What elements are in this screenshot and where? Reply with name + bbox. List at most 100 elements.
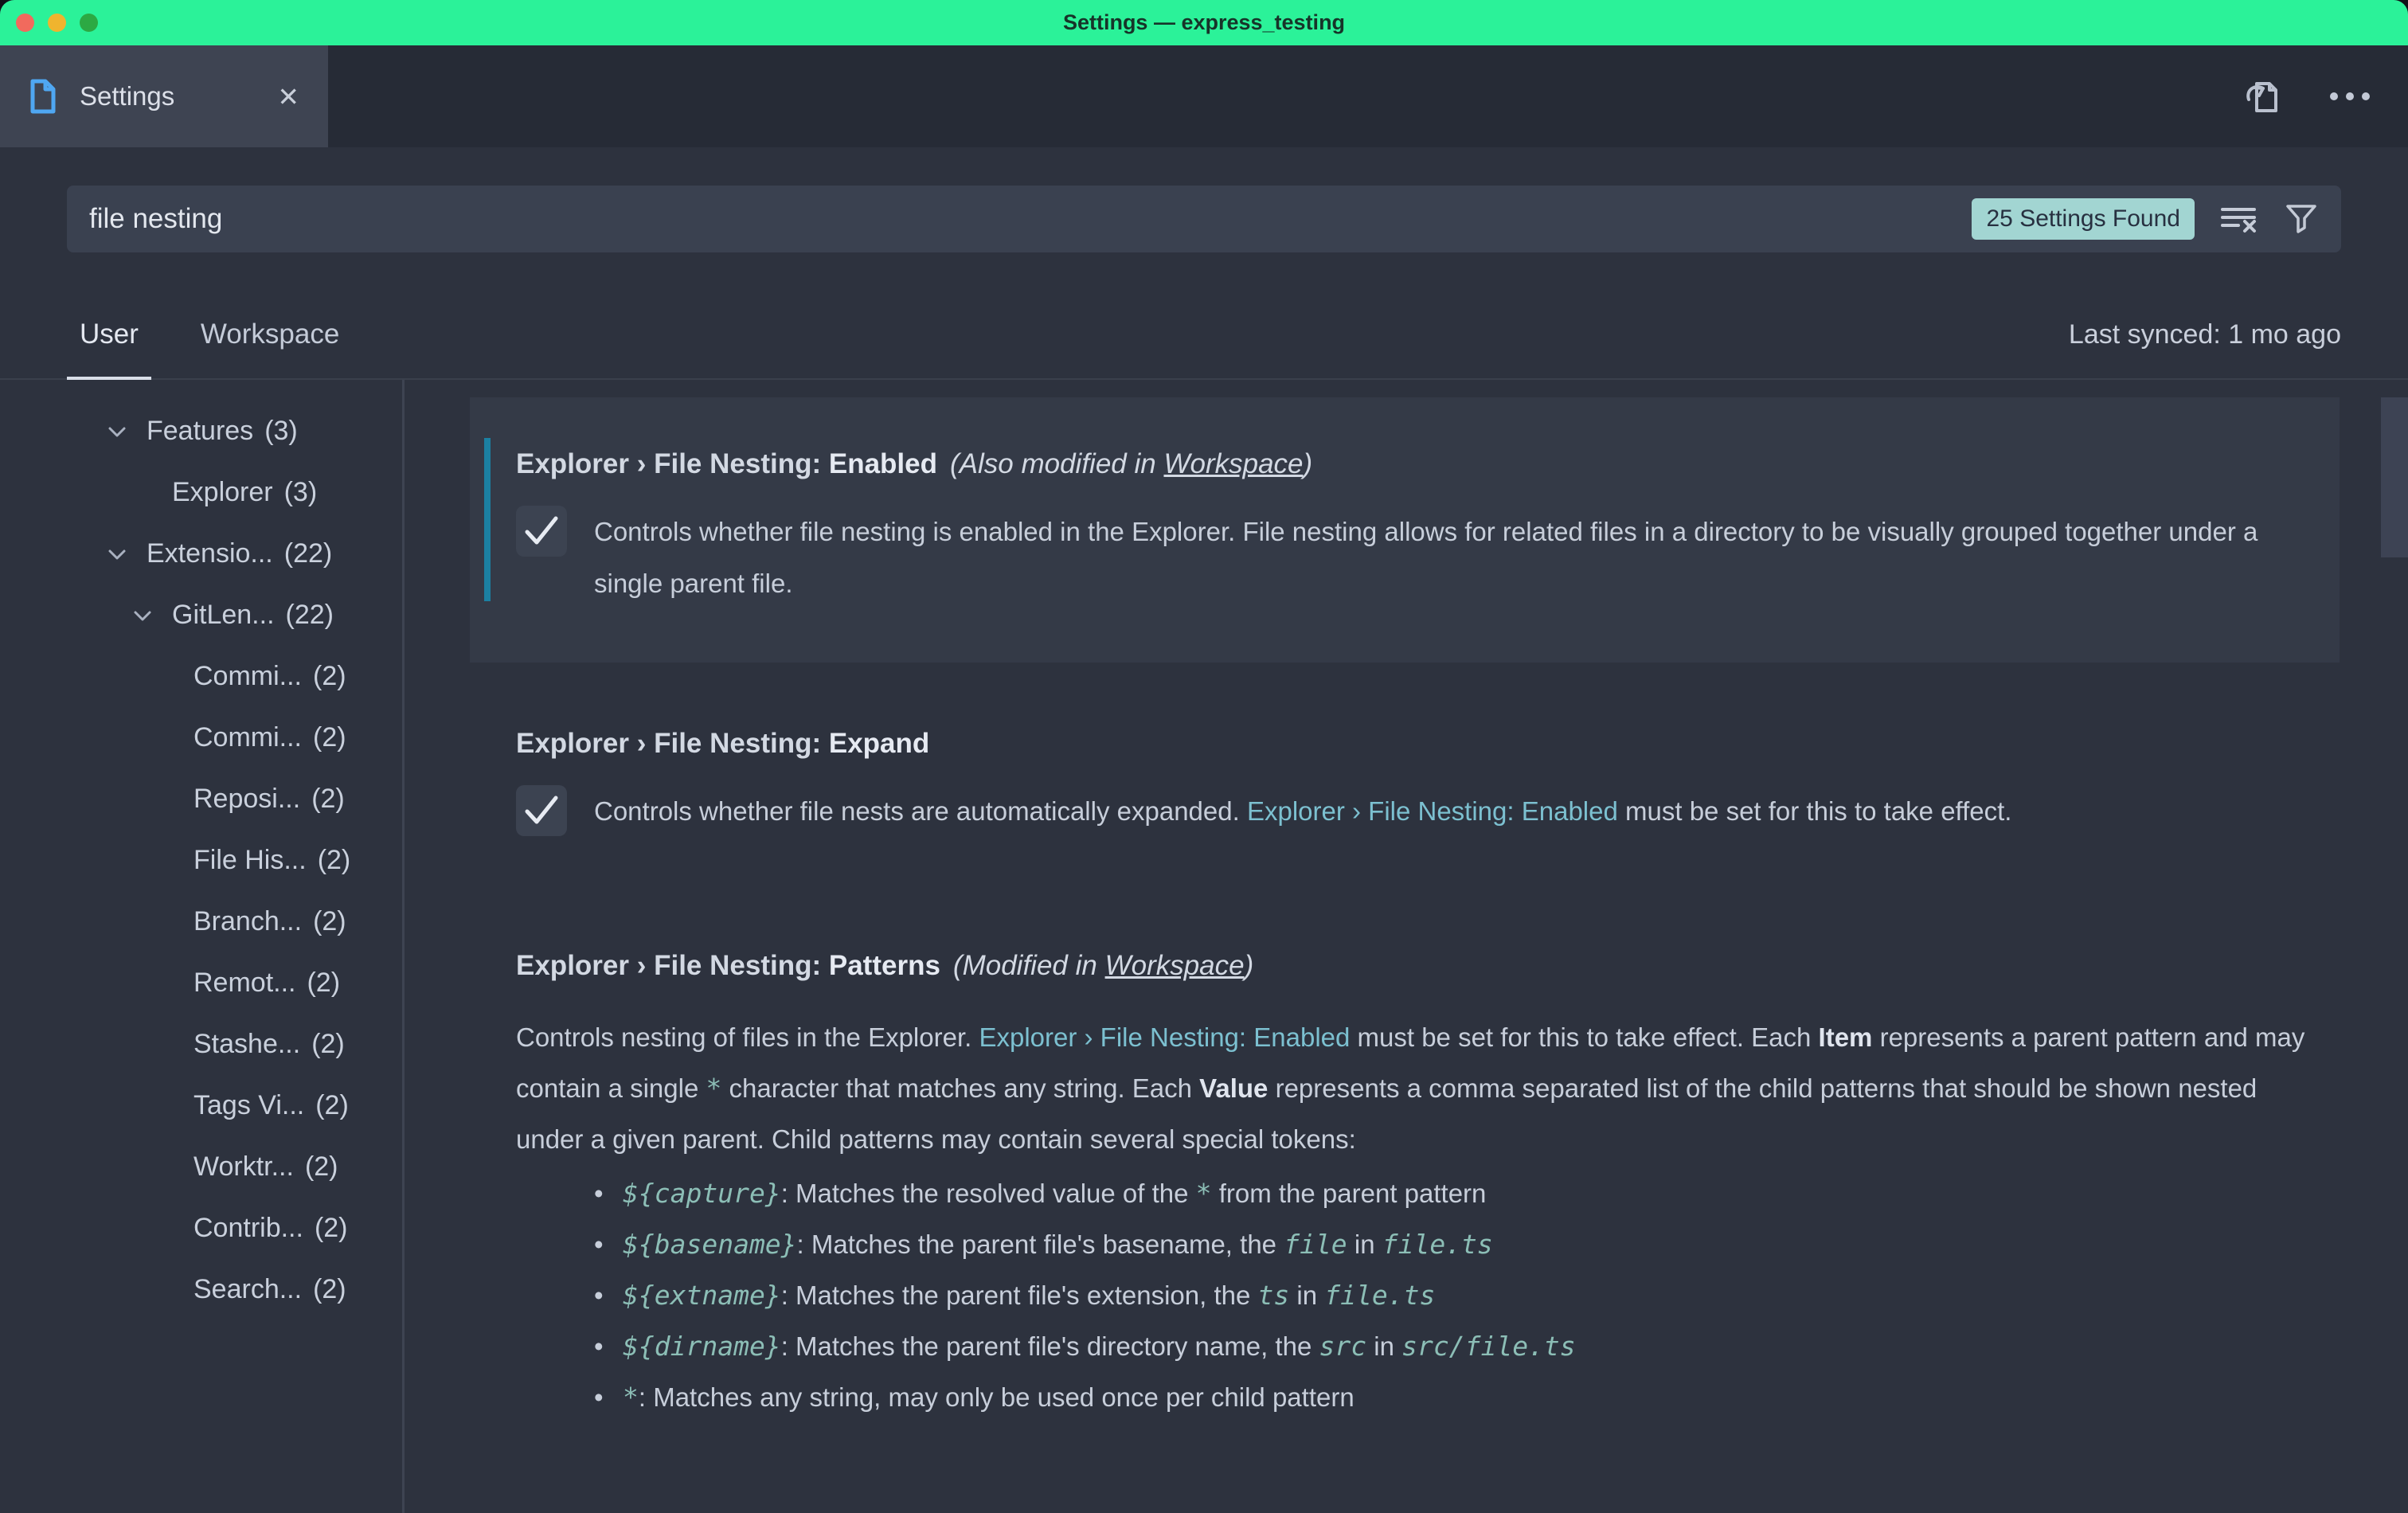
toc-item-label: File His... — [194, 845, 307, 876]
toc-item-count: (2) — [311, 1029, 345, 1060]
text-segment: : Matches the resolved value of the — [781, 1179, 1196, 1208]
open-settings-json-icon[interactable] — [2242, 74, 2287, 119]
minimize-window-button[interactable] — [48, 14, 66, 32]
text-segment: in — [1289, 1280, 1324, 1310]
results-count-badge: 25 Settings Found — [1972, 198, 2195, 240]
text-segment: from the parent pattern — [1212, 1179, 1487, 1208]
toc-item[interactable]: Extensio... (22) — [0, 523, 402, 584]
code-token: ${capture} — [623, 1178, 781, 1209]
toc-item[interactable]: Stashe... (2) — [0, 1014, 402, 1075]
code-token: file.ts — [1324, 1280, 1435, 1311]
toc-item-label: Branch... — [194, 906, 302, 937]
pattern-token-bullet: *: Matches any string, may only be used … — [594, 1372, 2308, 1423]
last-synced-label: Last synced: 1 mo ago — [2069, 319, 2341, 350]
pattern-token-bullet: ${extname}: Matches the parent file's ex… — [594, 1270, 2308, 1321]
close-tab-icon[interactable]: ✕ — [277, 81, 299, 112]
toc-item-count: (2) — [315, 1213, 348, 1244]
toc-item[interactable]: Search... (2) — [0, 1259, 402, 1320]
text-segment: : Matches the parent file's basename, th… — [797, 1230, 1284, 1259]
code-token: ts — [1258, 1280, 1290, 1311]
toc-item-count: (2) — [313, 1274, 346, 1305]
toc-item-count: (2) — [315, 1090, 349, 1121]
window-title: Settings — express_testing — [1063, 10, 1345, 35]
workspace-link[interactable]: Workspace — [1163, 448, 1303, 479]
code-token: src — [1319, 1331, 1366, 1362]
text-segment: : Matches the parent file's directory na… — [781, 1331, 1319, 1361]
code-token: src/file.ts — [1401, 1331, 1576, 1362]
toc-item[interactable]: Features (3) — [0, 401, 402, 462]
filter-icon[interactable] — [2284, 201, 2319, 237]
toc-item[interactable]: File His... (2) — [0, 830, 402, 891]
pattern-token-bullet: ${basename}: Matches the parent file's b… — [594, 1219, 2308, 1270]
more-actions-icon[interactable] — [2328, 92, 2371, 101]
tab-strip: Settings ✕ — [0, 45, 2408, 147]
text-segment: Controls whether file nests are automati… — [594, 796, 1247, 826]
text-segment: in — [1347, 1230, 1382, 1259]
toc-item-count: (22) — [286, 600, 334, 631]
toc-item-count: (22) — [284, 538, 332, 569]
tab-settings[interactable]: Settings ✕ — [0, 45, 328, 147]
text-segment: character that matches any string. Each — [721, 1073, 1199, 1103]
toc-item[interactable]: Contrib... (2) — [0, 1198, 402, 1259]
tab-workspace[interactable]: Workspace — [188, 291, 352, 378]
pattern-token-bullet: ${dirname}: Matches the parent file's di… — [594, 1321, 2308, 1372]
pattern-token-bullet: ${capture}: Matches the resolved value o… — [594, 1168, 2308, 1219]
code-token: * — [706, 1073, 722, 1104]
code-token: ${dirname} — [623, 1331, 781, 1362]
clear-search-results-icon[interactable] — [2220, 204, 2258, 234]
zoom-window-button[interactable] — [80, 14, 98, 32]
toc-item[interactable]: GitLen... (22) — [0, 584, 402, 646]
file-icon — [29, 79, 57, 114]
setting-title: Explorer › File Nesting: Expand — [516, 726, 2308, 761]
settings-search-input[interactable]: file nesting 25 Settings Found — [67, 186, 2341, 252]
tab-label: Settings — [80, 81, 255, 111]
toc-item-label: Contrib... — [194, 1213, 303, 1244]
titlebar: Settings — express_testing — [0, 0, 2408, 45]
text-segment: Item — [1819, 1022, 1873, 1052]
text-segment: : Matches the parent file's extension, t… — [781, 1280, 1258, 1310]
toc-item[interactable]: Worktr... (2) — [0, 1136, 402, 1198]
scope-tabs: User Workspace — [67, 291, 352, 378]
search-row: file nesting 25 Settings Found — [0, 147, 2408, 291]
setting-checkbox[interactable] — [516, 506, 567, 557]
code-token: * — [623, 1382, 639, 1413]
toc-item[interactable]: Commi... (2) — [0, 707, 402, 768]
setting-checkbox[interactable] — [516, 785, 567, 836]
code-token: ${extname} — [623, 1280, 781, 1311]
toc-item-count: (3) — [264, 416, 298, 447]
tab-user[interactable]: User — [67, 291, 151, 378]
text-segment: Controls whether file nesting is enabled… — [594, 517, 2258, 598]
toc-item-label: Extensio... — [147, 538, 273, 569]
setting-file-nesting-enabled: Explorer › File Nesting: Enabled(Also mo… — [470, 397, 2340, 663]
toc-item[interactable]: Tags Vi... (2) — [0, 1075, 402, 1136]
toc-item[interactable]: Remot... (2) — [0, 952, 402, 1014]
setting-file-nesting-patterns: Explorer › File Nesting: Patterns(Modifi… — [470, 948, 2340, 1423]
pattern-token-list: ${capture}: Matches the resolved value o… — [516, 1168, 2308, 1423]
settings-body: Features (3) Explorer (3) Extensio... (2… — [0, 380, 2408, 1513]
text-segment: in — [1366, 1331, 1401, 1361]
toc-item-label: GitLen... — [172, 600, 275, 631]
setting-title: Explorer › File Nesting: Enabled(Also mo… — [516, 447, 2308, 482]
toc-item-count: (2) — [305, 1151, 338, 1183]
toc-item-count: (2) — [318, 845, 351, 876]
toc-item[interactable]: Explorer (3) — [0, 462, 402, 523]
toc-item[interactable]: Reposi... (2) — [0, 768, 402, 830]
toc-item[interactable]: Branch... (2) — [0, 891, 402, 952]
checkmark-icon — [516, 785, 567, 836]
setting-link[interactable]: Explorer › File Nesting: Enabled — [979, 1022, 1350, 1052]
toc-item[interactable]: Commi... (2) — [0, 646, 402, 707]
traffic-lights — [16, 14, 98, 32]
toc-item-label: Remot... — [194, 968, 295, 999]
setting-link[interactable]: Explorer › File Nesting: Enabled — [1247, 796, 1618, 826]
toc-item-count: (2) — [313, 722, 346, 753]
workspace-link[interactable]: Workspace — [1105, 950, 1245, 981]
toc-item-count: (2) — [311, 784, 345, 815]
checkmark-icon — [516, 506, 567, 557]
setting-description: Controls whether file nesting is enabled… — [594, 506, 2308, 609]
code-token: file — [1284, 1229, 1347, 1260]
code-token: file.ts — [1382, 1229, 1493, 1260]
text-segment: must be set for this to take effect. Eac… — [1350, 1022, 1818, 1052]
toc-item-label: Commi... — [194, 722, 302, 753]
scrollbar-thumb[interactable] — [2381, 397, 2408, 557]
close-window-button[interactable] — [16, 14, 34, 32]
